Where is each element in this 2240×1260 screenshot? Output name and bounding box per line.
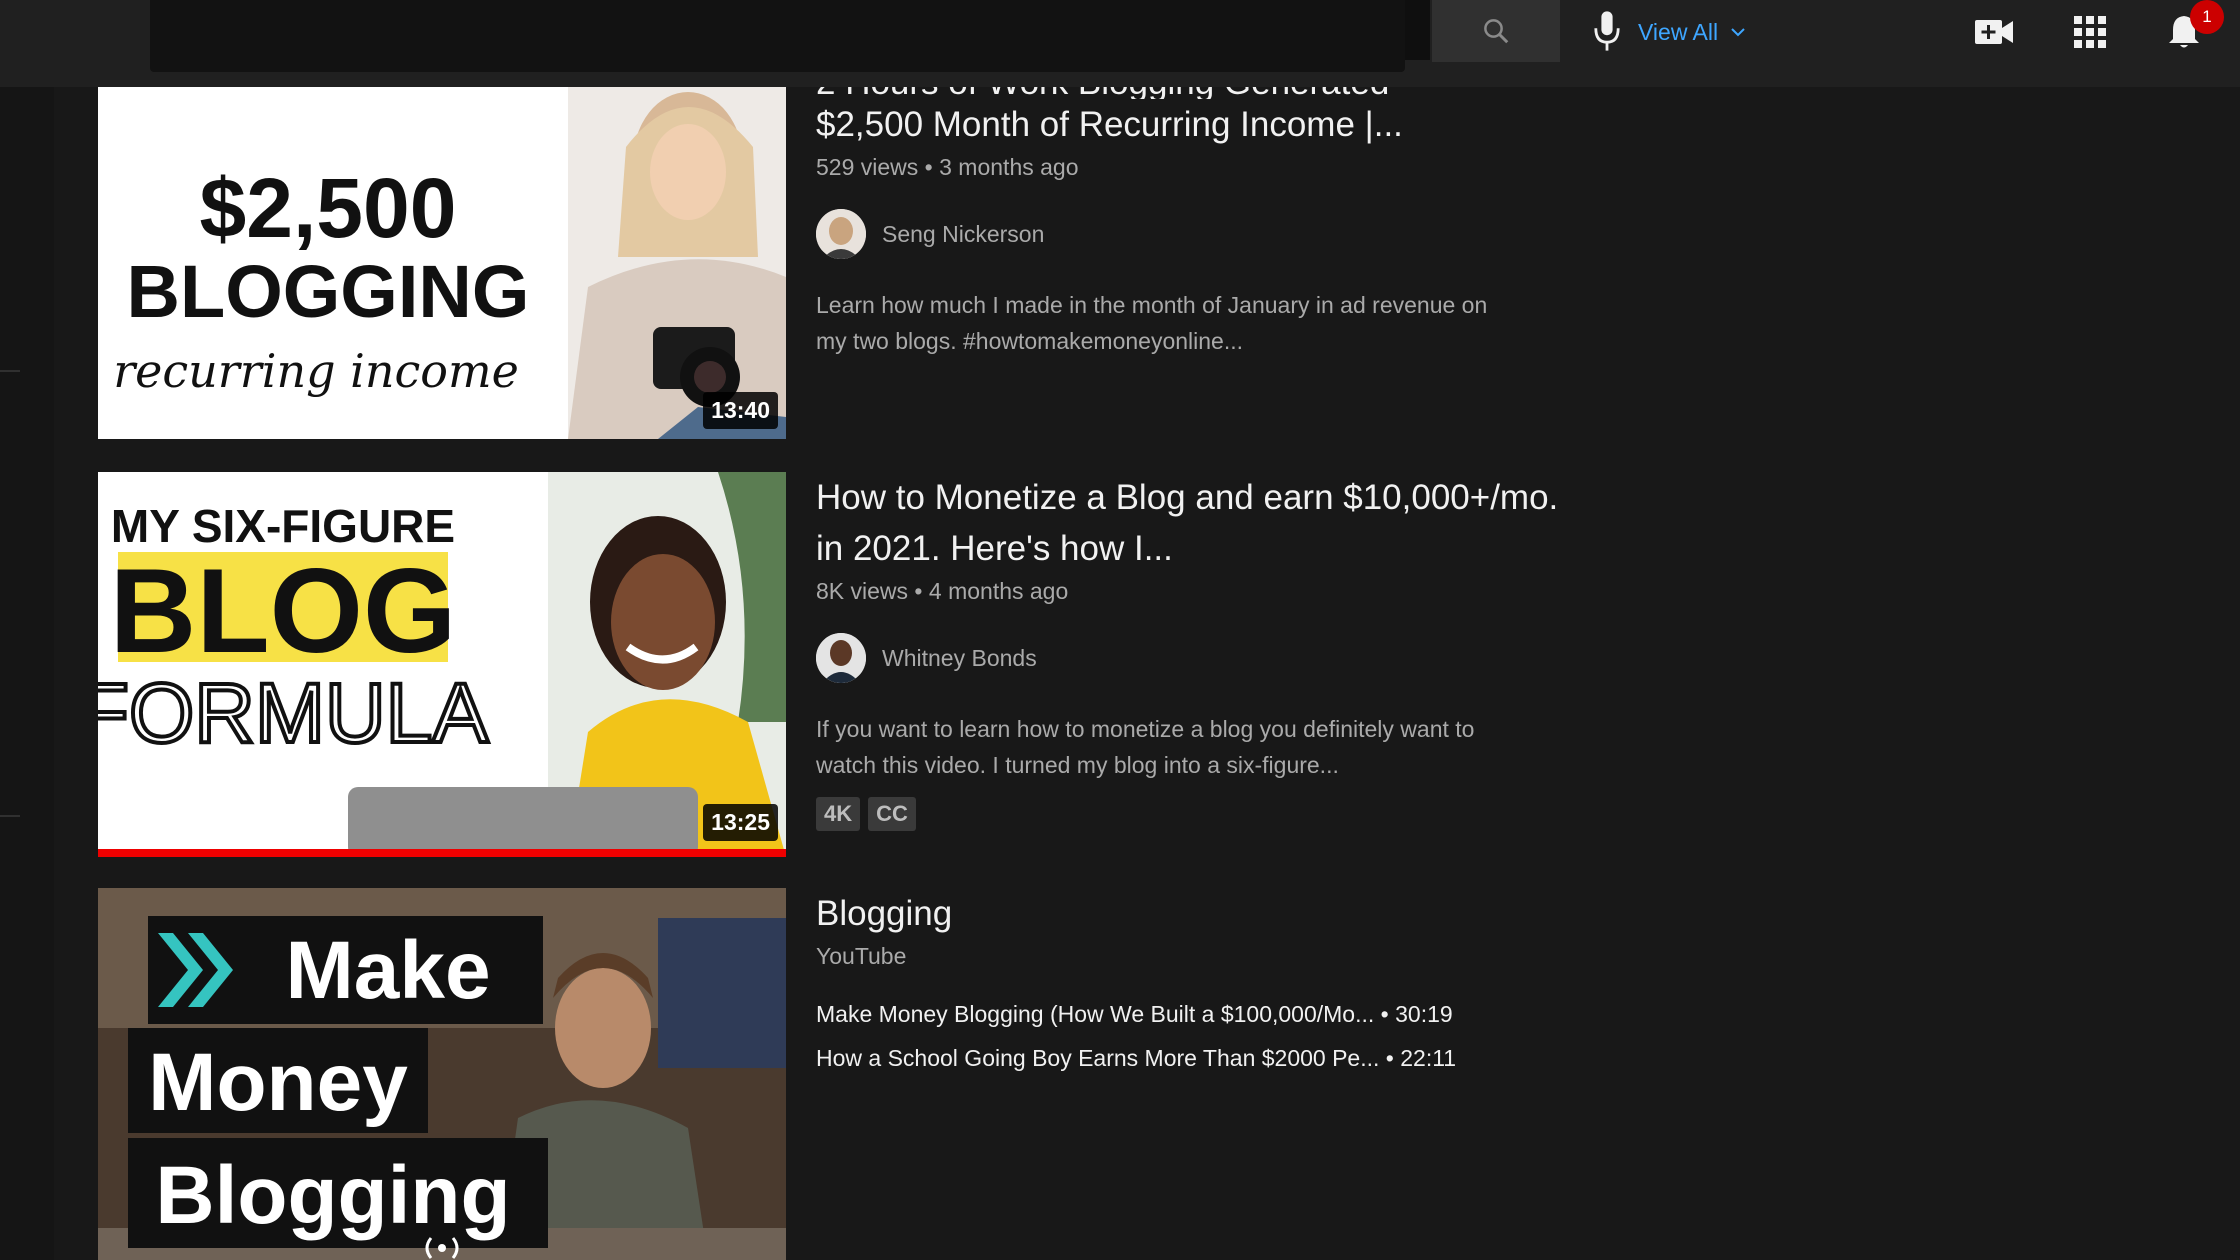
video-meta: How to Monetize a Blog and earn $10,000+… bbox=[816, 472, 1576, 831]
video-meta: 2 Hours of Work Blogging Generated $2,50… bbox=[816, 57, 1576, 359]
playlist-thumbnail[interactable]: Make Money Blogging bbox=[98, 888, 786, 1260]
video-stats: 8K views • 4 months ago bbox=[816, 578, 1069, 604]
channel-name[interactable]: Whitney Bonds bbox=[882, 645, 1037, 672]
video-description: If you want to learn how to monetize a b… bbox=[816, 716, 1475, 778]
playlist-items: Make Money Blogging (How We Built a $100… bbox=[816, 992, 1576, 1080]
chevron-down-icon bbox=[1731, 28, 1745, 37]
thumbnail-image: Make Money Blogging bbox=[98, 888, 786, 1260]
video-stats: 529 views • 3 months ago bbox=[816, 154, 1079, 180]
create-video-icon bbox=[1975, 20, 2013, 44]
thumbnail-title-line: Money bbox=[148, 1037, 408, 1128]
search-icon bbox=[1484, 19, 1509, 44]
sidebar-divider bbox=[0, 370, 20, 372]
view-all-label[interactable]: View All bbox=[1638, 19, 1718, 46]
channel-name[interactable]: Seng Nickerson bbox=[882, 221, 1044, 248]
playlist-source: YouTube bbox=[816, 943, 907, 969]
playlist-result[interactable]: Make Money Blogging Blogging YouTube Mak… bbox=[98, 888, 1578, 1260]
quality-badge: 4K bbox=[816, 797, 861, 831]
create-video-button[interactable] bbox=[1972, 12, 2016, 52]
sidebar-divider bbox=[0, 815, 20, 817]
video-description: Learn how much I made in the month of Ja… bbox=[816, 292, 1488, 354]
captions-badge: CC bbox=[868, 797, 916, 831]
view-count: 8K views bbox=[816, 578, 909, 604]
channel-row[interactable]: Seng Nickerson bbox=[816, 209, 1576, 259]
upload-age: 3 months ago bbox=[939, 154, 1079, 180]
video-result[interactable]: $2,500 BLOGGING recurring income 13:40 2… bbox=[98, 63, 1578, 439]
playlist-title[interactable]: Blogging bbox=[816, 888, 1576, 939]
video-title[interactable]: $2,500 Month of Recurring Income |... bbox=[816, 99, 1576, 150]
thumbnail-title-line: $2,500 bbox=[200, 161, 457, 255]
thumbnail-title-line: Make bbox=[285, 925, 490, 1016]
playlist-item[interactable]: Make Money Blogging (How We Built a $100… bbox=[816, 992, 1576, 1036]
video-thumbnail[interactable]: MY SIX-FIGURE BLOG FORMULA 13:25 bbox=[98, 472, 786, 857]
channel-row[interactable]: Whitney Bonds bbox=[816, 633, 1576, 683]
avatar[interactable] bbox=[816, 209, 866, 259]
thumbnail-title-line: BLOG bbox=[110, 544, 457, 678]
voice-search-button[interactable] bbox=[1590, 8, 1624, 54]
upload-age: 4 months ago bbox=[928, 578, 1069, 604]
video-duration: 13:25 bbox=[703, 804, 778, 841]
thumbnail-title-line: FORMULA bbox=[98, 666, 488, 760]
search-button[interactable] bbox=[1432, 0, 1560, 62]
notification-count-badge: 1 bbox=[2190, 0, 2224, 34]
thumbnail-title-line: Blogging bbox=[155, 1150, 510, 1241]
thumbnail-image: MY SIX-FIGURE BLOG FORMULA bbox=[98, 472, 786, 857]
top-bar: View All 1 bbox=[0, 0, 2240, 87]
thumbnail-title-line: BLOGGING bbox=[127, 250, 530, 333]
search-input-edge bbox=[1405, 0, 1430, 60]
view-all-dropdown[interactable]: View All bbox=[1638, 14, 1748, 50]
playlist-item-duration: 22:11 bbox=[1400, 1045, 1457, 1071]
avatar[interactable] bbox=[816, 633, 866, 683]
playlist-item-duration: 30:19 bbox=[1395, 1001, 1453, 1027]
watch-progress-bar bbox=[98, 849, 786, 857]
view-count: 529 views bbox=[816, 154, 919, 180]
video-result[interactable]: MY SIX-FIGURE BLOG FORMULA 13:25 How to … bbox=[98, 472, 1578, 857]
video-thumbnail[interactable]: $2,500 BLOGGING recurring income 13:40 bbox=[98, 87, 786, 439]
video-duration: 13:40 bbox=[703, 392, 778, 429]
mic-icon bbox=[1594, 11, 1620, 51]
video-title[interactable]: How to Monetize a Blog and earn $10,000+… bbox=[816, 472, 1576, 574]
sidebar-edge bbox=[0, 0, 54, 1260]
search-input[interactable] bbox=[150, 0, 1405, 72]
playlist-item[interactable]: How a School Going Boy Earns More Than $… bbox=[816, 1036, 1576, 1080]
thumbnail-image: $2,500 BLOGGING recurring income bbox=[98, 87, 786, 439]
thumbnail-title-line: recurring income bbox=[113, 344, 519, 398]
apps-button[interactable] bbox=[2068, 12, 2112, 52]
playlist-item-title[interactable]: How a School Going Boy Earns More Than $… bbox=[816, 1045, 1379, 1071]
apps-grid-icon bbox=[2074, 16, 2106, 48]
playlist-item-title[interactable]: Make Money Blogging (How We Built a $100… bbox=[816, 1001, 1374, 1027]
badge-row: 4K CC bbox=[816, 797, 1576, 831]
playlist-meta: Blogging YouTube Make Money Blogging (Ho… bbox=[816, 888, 1576, 1080]
